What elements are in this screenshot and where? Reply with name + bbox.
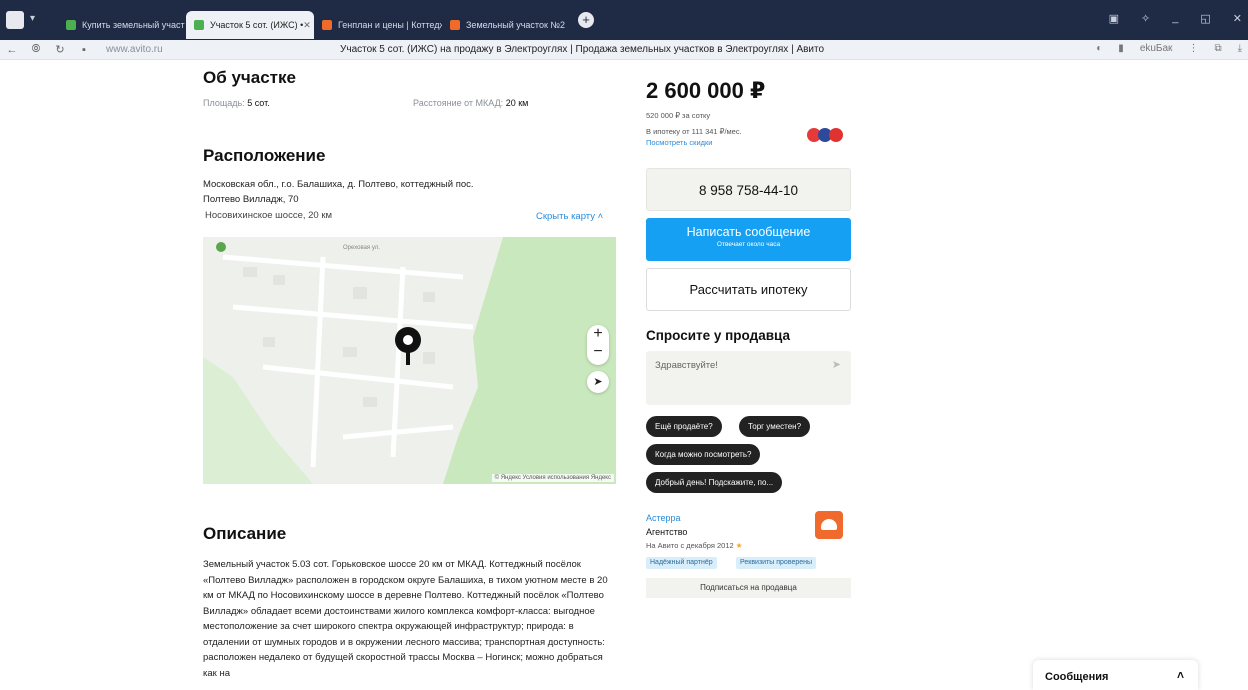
window-controls: ▣ ✧ _ ◱ ✕ bbox=[1109, 12, 1242, 25]
reload-icon[interactable]: ↻ bbox=[48, 43, 72, 56]
trusted-partner-badge: Надёжный партнёр bbox=[646, 557, 717, 569]
description-text: Земельный участок 5.03 сот. Горьковское … bbox=[203, 559, 608, 679]
subscribe-button[interactable]: Подписаться на продавца bbox=[646, 578, 851, 598]
distance-info: Расстояние от МКАД: 20 км bbox=[413, 98, 528, 108]
verified-badge: Реквизиты проверены bbox=[736, 557, 817, 569]
response-time: Отвечает около часа bbox=[716, 241, 781, 248]
new-tab-icon[interactable]: + bbox=[578, 12, 594, 28]
seller-since-text: На Авито с декабря 2012 bbox=[646, 541, 734, 550]
messages-panel[interactable]: Сообщения ˄ bbox=[1033, 660, 1198, 690]
download-icon[interactable]: ⤓ bbox=[1238, 43, 1242, 54]
browser-tab[interactable]: Земельный участок №2 bbox=[442, 11, 570, 39]
browser-tab-active[interactable]: Участок 5 сот. (ИЖС) • ✕ bbox=[186, 11, 314, 39]
mortgage-button[interactable]: Рассчитать ипотеку bbox=[646, 268, 851, 311]
map-street-label: Ореховая ул. bbox=[343, 245, 380, 251]
avito-favicon-icon bbox=[66, 20, 76, 30]
seller-since: На Авито с декабря 2012 ★ bbox=[646, 541, 743, 550]
highway-info: Носовихинское шоссе, 20 км bbox=[205, 210, 333, 221]
ask-placeholder: Здравствуйте! bbox=[655, 360, 718, 371]
distance-label: Расстояние от МКАД: bbox=[413, 98, 506, 108]
minimize-icon[interactable]: _ bbox=[1172, 12, 1178, 25]
browser-tab[interactable]: Генплан и цены | Коттедж bbox=[314, 11, 442, 39]
page-title: Участок 5 сот. (ИЖС) на продажу в Электр… bbox=[340, 44, 825, 55]
write-message-button[interactable]: Написать сообщение Отвечает около часа bbox=[646, 218, 851, 261]
geolocation-icon[interactable]: ➤ bbox=[587, 371, 609, 393]
seller-type: Агентство bbox=[646, 527, 688, 537]
area-label: Площадь: bbox=[203, 98, 248, 108]
address-line-1: Московская обл., г.о. Балашиха, д. Полте… bbox=[203, 179, 474, 190]
bank-logos bbox=[807, 128, 843, 142]
write-message-label: Написать сообщение bbox=[686, 225, 811, 239]
url-field[interactable]: www.avito.ru bbox=[106, 44, 226, 55]
address-bar: ← ⦾ ↻ ▪ www.avito.ru Участок 5 сот. (ИЖС… bbox=[0, 40, 1248, 60]
avito-favicon-icon bbox=[194, 20, 204, 30]
tab-label: Земельный участок №2 bbox=[466, 20, 566, 30]
bookmark-icon[interactable]: ▮ bbox=[1118, 43, 1124, 54]
chevron-down-icon[interactable]: ▾ bbox=[30, 13, 44, 27]
price: 2 600 000 ₽ bbox=[646, 78, 766, 103]
address-line-2: Полтево Вилладж, 70 bbox=[203, 194, 299, 205]
chevron-up-icon[interactable]: ˄ bbox=[1177, 668, 1184, 682]
location-map[interactable]: Ореховая ул. + − ➤ © Яндекс Условия испо… bbox=[203, 237, 616, 484]
phone-button[interactable]: 8 958 758-44-10 bbox=[646, 168, 851, 211]
tab-label: Участок 5 сот. (ИЖС) • bbox=[210, 20, 304, 30]
distance-value: 20 км bbox=[505, 98, 529, 108]
site-favicon-icon bbox=[450, 20, 460, 30]
more-icon[interactable]: ⋮ bbox=[1188, 43, 1198, 54]
map-pin-icon[interactable] bbox=[395, 327, 421, 353]
extensions-icon[interactable]: ✧ bbox=[1141, 12, 1150, 25]
lock-icon: ▪ bbox=[82, 43, 86, 56]
site-favicon-icon bbox=[322, 20, 332, 30]
hide-map-link[interactable]: Скрыть карту ˄ bbox=[536, 210, 603, 224]
price-per-sotka: 520 000 ₽ за сотку bbox=[646, 111, 711, 120]
mortgage-info: В ипотеку от 111 341 ₽/мес. bbox=[646, 127, 742, 136]
close-icon[interactable]: ✕ bbox=[303, 20, 311, 31]
bank-logo-icon bbox=[829, 128, 843, 142]
browser-tab[interactable]: Купить земельный участ bbox=[58, 11, 186, 39]
maximize-icon[interactable]: ◱ bbox=[1200, 12, 1210, 25]
map-footer[interactable]: © Яндекс Условия использования Яндекс bbox=[491, 474, 614, 482]
quick-question-chip[interactable]: Когда можно посмотреть? bbox=[646, 444, 761, 465]
back-icon[interactable]: ← bbox=[0, 44, 24, 56]
description-title: Описание bbox=[203, 524, 287, 543]
star-icon: ★ bbox=[735, 541, 743, 550]
discounts-link[interactable]: Посмотреть скидки bbox=[646, 138, 713, 147]
quick-question-chip[interactable]: Добрый день! Подскажите, по... bbox=[646, 472, 783, 493]
ask-title: Спросите у продавца bbox=[646, 328, 790, 343]
send-icon[interactable]: ➤ bbox=[832, 358, 841, 371]
zoom-in-icon[interactable]: + bbox=[587, 325, 609, 343]
zoom-controls: + − bbox=[587, 325, 609, 365]
messages-label: Сообщения bbox=[1045, 671, 1109, 683]
extension-label[interactable]: ekuБак bbox=[1140, 43, 1173, 54]
quick-question-chip[interactable]: Торг уместен? bbox=[739, 416, 811, 437]
seller-name-link[interactable]: Астерра bbox=[646, 513, 681, 523]
area-info: Площадь: 5 сот. bbox=[203, 98, 270, 108]
close-window-icon[interactable]: ✕ bbox=[1233, 12, 1242, 25]
about-title: Об участке bbox=[203, 68, 296, 87]
collections-icon[interactable]: ⧉ bbox=[1214, 43, 1221, 54]
address-bar-actions: ◐ ▮ ekuБак ⋮ ⧉ ⤓ bbox=[1096, 43, 1248, 54]
zoom-out-icon[interactable]: − bbox=[587, 343, 609, 361]
map-pin-stem bbox=[406, 351, 410, 365]
page-content: Об участке Площадь: 5 сот. Расстояние от… bbox=[0, 60, 1248, 690]
browser-tabbar: ▾ Купить земельный участ Участок 5 сот. … bbox=[0, 0, 1248, 40]
quick-question-chip[interactable]: Ещё продаёте? bbox=[646, 416, 722, 437]
ask-input[interactable]: Здравствуйте! ➤ bbox=[646, 351, 851, 405]
browser-menu-icon[interactable] bbox=[6, 11, 24, 29]
location-title: Расположение bbox=[203, 146, 326, 165]
area-value: 5 сот. bbox=[247, 98, 270, 108]
translate-icon[interactable]: ◐ bbox=[1096, 43, 1102, 54]
tab-label: Генплан и цены | Коттедж bbox=[338, 20, 442, 30]
seller-logo[interactable] bbox=[815, 511, 843, 539]
shield-icon[interactable]: ⦾ bbox=[24, 43, 48, 56]
tab-label: Купить земельный участ bbox=[82, 20, 185, 30]
bookmarks-icon[interactable]: ▣ bbox=[1109, 12, 1119, 25]
